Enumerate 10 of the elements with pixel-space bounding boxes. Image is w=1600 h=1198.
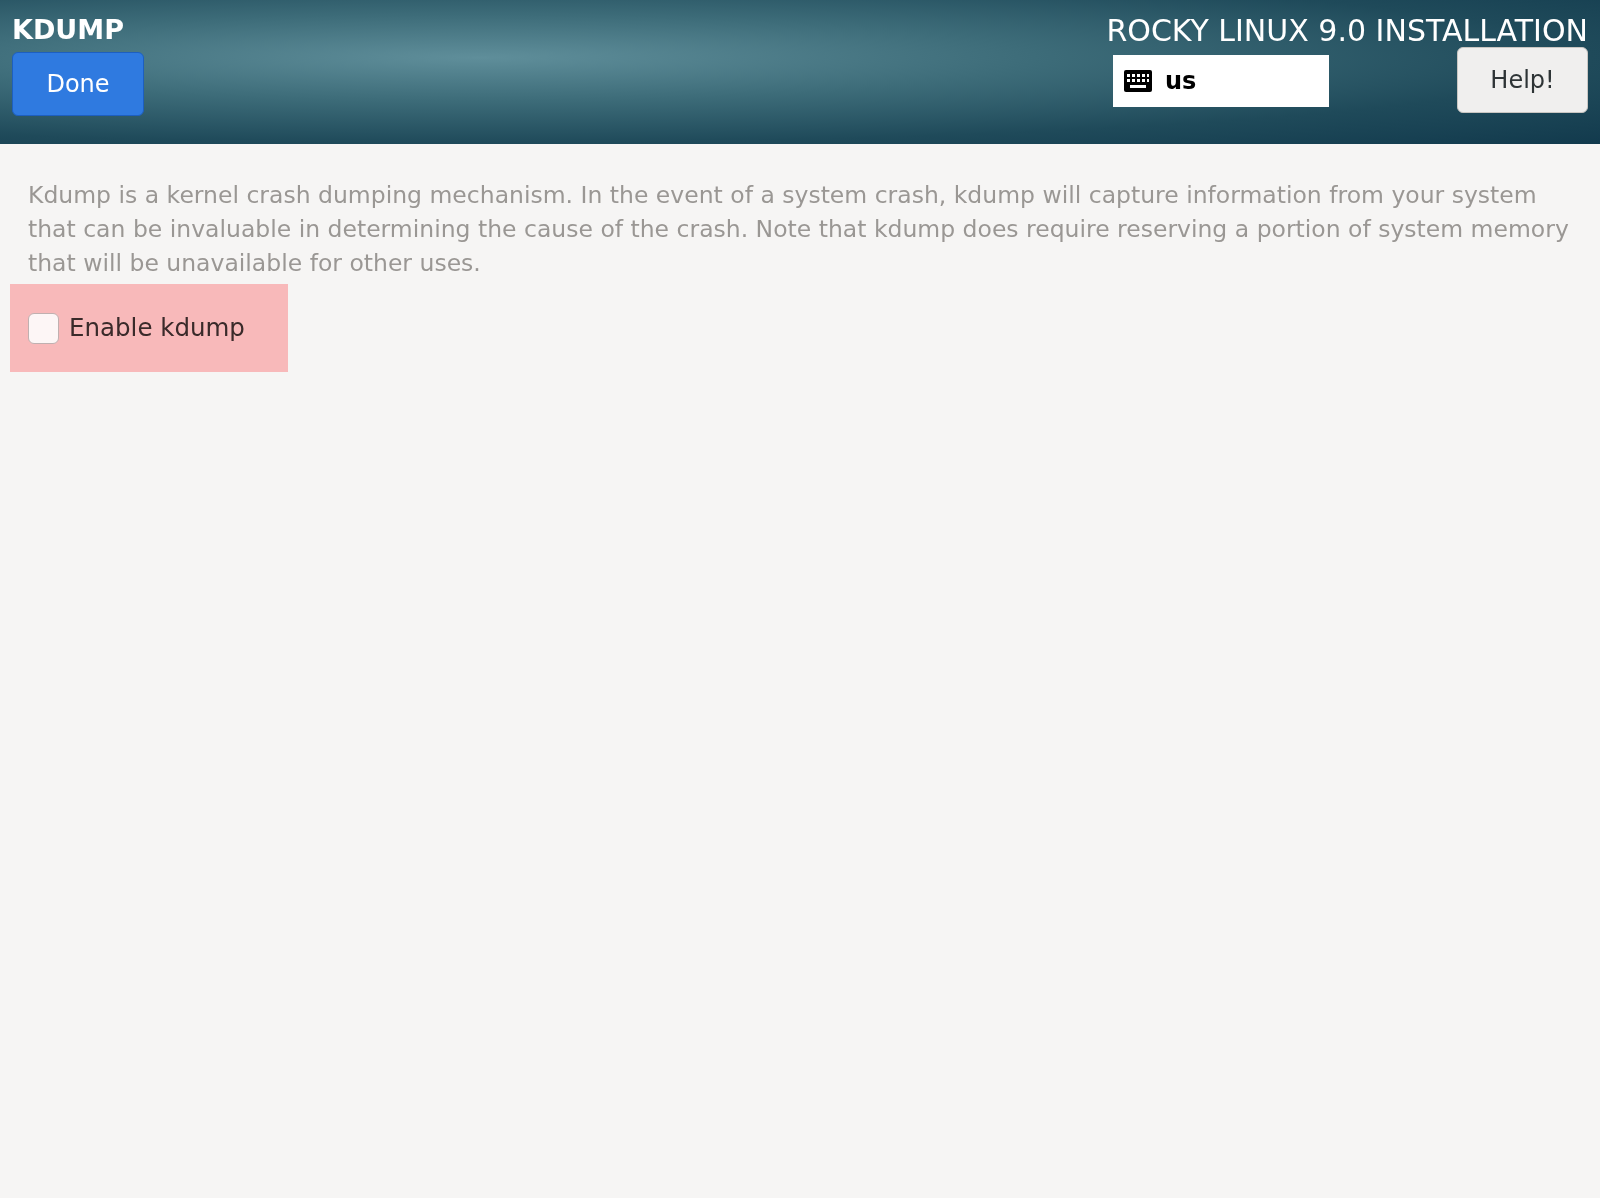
keyboard-icon <box>1123 69 1153 93</box>
page-title: KDUMP <box>12 14 124 47</box>
enable-kdump-checkbox[interactable] <box>28 312 59 344</box>
product-title: ROCKY LINUX 9.0 INSTALLATION <box>1106 14 1588 47</box>
enable-kdump-label: Enable kdump <box>69 311 245 344</box>
keyboard-layout-field[interactable]: us <box>1113 55 1329 107</box>
help-button[interactable]: Help! <box>1457 47 1588 113</box>
keyboard-layout-value: us <box>1165 66 1197 97</box>
done-button[interactable]: Done <box>12 52 144 117</box>
description-text: Kdump is a kernel crash dumping mechanism. In the event of a system crash, kdump will capture information from your system that can be invaluable in determining the cause of the crash. Note that kdump does require reserving a portion of system memory that will be unavailable for other uses. <box>27 180 1570 279</box>
